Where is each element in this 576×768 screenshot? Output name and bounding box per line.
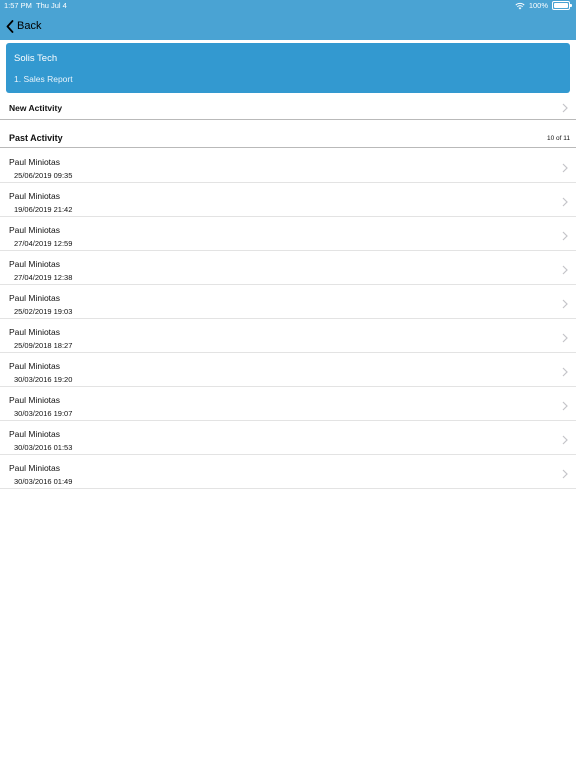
chevron-right-icon [562, 103, 568, 113]
activity-name: Paul Miniotas [9, 225, 61, 235]
activity-name: Paul Miniotas [9, 259, 61, 269]
list-item[interactable]: Paul Miniotas 30/03/2016 01:53 [0, 421, 576, 455]
chevron-right-icon [562, 197, 568, 207]
activity-date: 30/03/2016 19:20 [14, 375, 73, 384]
new-activity-label: New Actitvity [9, 103, 63, 113]
activity-date: 30/03/2016 01:49 [14, 477, 73, 486]
activity-name: Paul Miniotas [9, 327, 61, 337]
list-item[interactable]: Paul Miniotas 30/03/2016 01:49 [0, 455, 576, 489]
wifi-icon [515, 2, 525, 9]
report-name: 1. Sales Report [14, 74, 73, 84]
activity-date: 30/03/2016 01:53 [14, 443, 73, 452]
activity-name: Paul Miniotas [9, 157, 61, 167]
list-item[interactable]: Paul Miniotas 27/04/2019 12:38 [0, 251, 576, 285]
chevron-right-icon [562, 231, 568, 241]
activity-date: 19/06/2019 21:42 [14, 205, 73, 214]
chevron-right-icon [562, 163, 568, 173]
list-item[interactable]: Paul Miniotas 30/03/2016 19:20 [0, 353, 576, 387]
activity-date: 25/02/2019 19:03 [14, 307, 73, 316]
status-date: Thu Jul 4 [36, 1, 67, 10]
navigation-bar: 1:57 PM Thu Jul 4 100% Back [0, 0, 576, 40]
status-right: 100% [515, 1, 572, 10]
past-activity-header: Past Activity 10 of 11 [0, 129, 576, 148]
activity-name: Paul Miniotas [9, 395, 61, 405]
list-item[interactable]: Paul Miniotas 25/02/2019 19:03 [0, 285, 576, 319]
back-label: Back [17, 20, 42, 32]
activity-name: Paul Miniotas [9, 191, 61, 201]
chevron-right-icon [562, 435, 568, 445]
activity-date: 30/03/2016 19:07 [14, 409, 73, 418]
company-name: Solis Tech [14, 53, 58, 64]
chevron-right-icon [562, 367, 568, 377]
list-item[interactable]: Paul Miniotas 30/03/2016 19:07 [0, 387, 576, 421]
list-item[interactable]: Paul Miniotas 25/09/2018 18:27 [0, 319, 576, 353]
activity-name: Paul Miniotas [9, 293, 61, 303]
list-item[interactable]: Paul Miniotas 27/04/2019 12:59 [0, 217, 576, 251]
list-item[interactable]: Paul Miniotas 19/06/2019 21:42 [0, 183, 576, 217]
battery-icon [552, 1, 572, 10]
past-activity-label: Past Activity [9, 133, 63, 143]
activity-date: 27/04/2019 12:59 [14, 239, 73, 248]
activity-list: Paul Miniotas 25/06/2019 09:35 Paul Mini… [0, 149, 576, 489]
chevron-right-icon [562, 401, 568, 411]
chevron-right-icon [562, 469, 568, 479]
activity-date: 25/06/2019 09:35 [14, 171, 73, 180]
chevron-left-icon [6, 19, 14, 33]
chevron-right-icon [562, 299, 568, 309]
activity-name: Paul Miniotas [9, 429, 61, 439]
activity-name: Paul Miniotas [9, 463, 61, 473]
status-time: 1:57 PM [4, 1, 32, 10]
activity-name: Paul Miniotas [9, 361, 61, 371]
list-item[interactable]: Paul Miniotas 25/06/2019 09:35 [0, 149, 576, 183]
back-button[interactable]: Back [6, 16, 41, 36]
new-activity-row[interactable]: New Actitvity [0, 96, 576, 120]
chevron-right-icon [562, 265, 568, 275]
report-header-card: Solis Tech 1. Sales Report [6, 43, 570, 93]
chevron-right-icon [562, 333, 568, 343]
battery-percent: 100% [528, 1, 548, 10]
activity-count: 10 of 11 [546, 135, 570, 142]
activity-date: 25/09/2018 18:27 [14, 341, 73, 350]
activity-date: 27/04/2019 12:38 [14, 273, 73, 282]
